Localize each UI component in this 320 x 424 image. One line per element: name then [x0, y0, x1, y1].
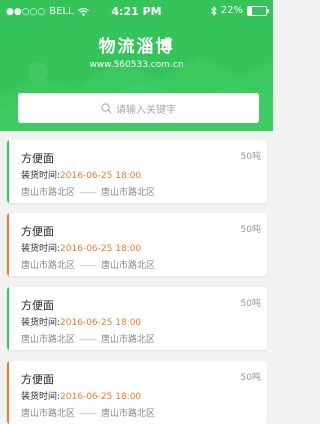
load-time-value: 2016-06-25 18:00	[60, 244, 142, 254]
load-time-value: 2016-06-25 18:00	[60, 392, 142, 402]
list-item[interactable]: 方便面 50吨 装货时间:2016-06-25 18:00 唐山市路北区 —— 唐山…	[7, 361, 267, 424]
load-time: 装货时间:2016-06-25 18:00	[21, 241, 141, 254]
route-separator: ——	[79, 188, 98, 198]
load-time-label: 装货时间:	[21, 171, 61, 181]
cargo-name: 方便面	[21, 225, 54, 238]
cargo-weight: 50吨	[240, 152, 261, 162]
bluetooth-icon	[210, 5, 217, 16]
route: 唐山市路北区 —— 唐山市路北区	[21, 258, 155, 271]
route: 唐山市路北区 —— 唐山市路北区	[21, 406, 155, 419]
route: 唐山市路北区 —— 唐山市路北区	[21, 332, 155, 345]
cargo-name: 方便面	[21, 299, 54, 312]
cargo-weight: 50吨	[240, 373, 261, 383]
load-time-label: 装货时间:	[21, 318, 61, 328]
load-time: 装货时间:2016-06-25 18:00	[21, 168, 141, 181]
search-placeholder: 请输入关键字	[116, 104, 176, 116]
header: ●●○○○ BELL 4:21 PM 22% 物流淄博 www.560533.c…	[0, 0, 273, 131]
route-to: 唐山市路北区	[101, 409, 156, 419]
list-item[interactable]: 方便面 50吨 装货时间:2016-06-25 18:00 唐山市路北区 —— 唐山…	[7, 140, 267, 203]
cargo-name: 方便面	[21, 152, 54, 165]
accent-bar	[7, 361, 9, 424]
list-item[interactable]: 方便面 50吨 装货时间:2016-06-25 18:00 唐山市路北区 —— 唐山…	[7, 287, 267, 350]
load-time-value: 2016-06-25 18:00	[60, 318, 142, 328]
route-from: 唐山市路北区	[21, 261, 76, 271]
route-from: 唐山市路北区	[21, 409, 76, 419]
route-separator: ——	[79, 335, 98, 345]
accent-bar	[7, 213, 9, 276]
route-to: 唐山市路北区	[101, 188, 156, 198]
load-time: 装货时间:2016-06-25 18:00	[21, 315, 141, 328]
battery-percent: 22%	[220, 5, 243, 16]
accent-bar	[7, 287, 9, 350]
battery-icon	[247, 5, 269, 16]
list-item[interactable]: 方便面 50吨 装货时间:2016-06-25 18:00 唐山市路北区 —— 唐山…	[7, 213, 267, 276]
search-icon	[101, 102, 112, 113]
cargo-weight: 50吨	[240, 225, 261, 235]
route: 唐山市路北区 —— 唐山市路北区	[21, 185, 155, 198]
accent-bar	[7, 140, 9, 203]
cargo-name: 方便面	[21, 373, 54, 386]
route-from: 唐山市路北区	[21, 188, 76, 198]
load-time-label: 装货时间:	[21, 244, 61, 254]
load-time-label: 装货时间:	[21, 392, 61, 402]
load-time-value: 2016-06-25 18:00	[60, 171, 142, 181]
route-to: 唐山市路北区	[101, 335, 156, 345]
status-bar: ●●○○○ BELL 4:21 PM 22%	[0, 0, 273, 22]
route-from: 唐山市路北区	[21, 335, 76, 345]
route-separator: ——	[79, 409, 98, 419]
search-input[interactable]: 请输入关键字	[18, 93, 259, 123]
site-url: www.560533.com.cn	[89, 60, 184, 70]
load-time: 装货时间:2016-06-25 18:00	[21, 389, 141, 402]
route-to: 唐山市路北区	[101, 261, 156, 271]
route-separator: ——	[79, 261, 98, 271]
page-title: 物流淄博	[98, 37, 175, 57]
cargo-weight: 50吨	[240, 299, 261, 309]
